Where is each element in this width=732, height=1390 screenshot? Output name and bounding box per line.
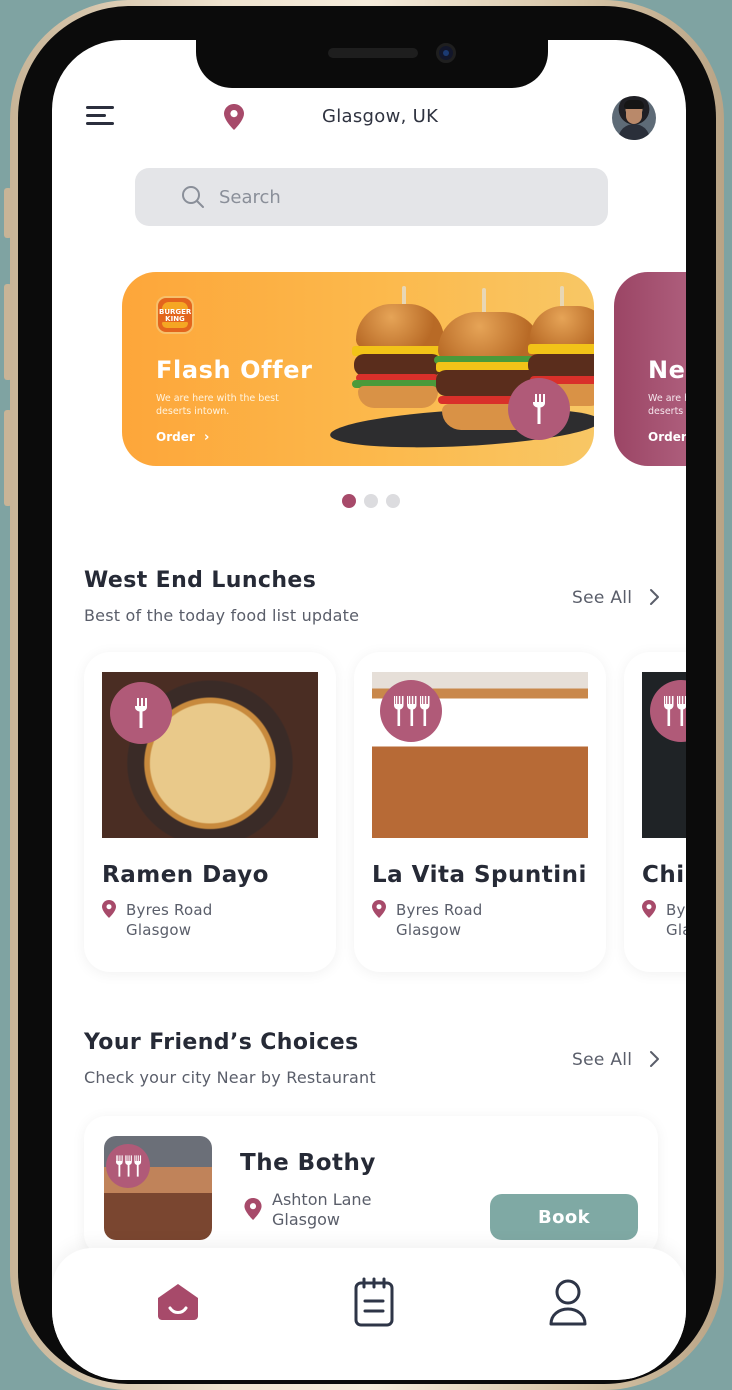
- restaurant-street: Byres Road: [396, 901, 483, 919]
- carousel-indicator: [342, 494, 412, 510]
- chevron-right-icon[interactable]: ›: [204, 430, 209, 445]
- promo-banner-flash-offer[interactable]: BURGER KING Flash Offer We are here with…: [122, 272, 594, 466]
- banner-description: We are here with the best deserts intown…: [156, 393, 279, 417]
- restaurant-city: Gla: [666, 921, 686, 939]
- restaurant-image: [102, 672, 318, 838]
- volume-down-button: [4, 410, 12, 506]
- section-subtitle-west-end: Best of the today food list update: [84, 606, 360, 625]
- profile-icon[interactable]: [544, 1276, 592, 1328]
- section-title-friends: Your Friend’s Choices: [84, 1030, 359, 1055]
- burgers-image: [322, 272, 594, 466]
- restaurant-name: Ramen Dayo: [102, 862, 269, 888]
- restaurant-street: By: [666, 901, 686, 919]
- orders-icon[interactable]: [350, 1276, 398, 1328]
- promo-banner-new[interactable]: New We are here with the best deserts in…: [614, 272, 686, 466]
- see-all-link-friends[interactable]: See All: [572, 1050, 632, 1070]
- restaurant-name: The Bothy: [240, 1150, 376, 1176]
- forks-icon[interactable]: [106, 1144, 150, 1188]
- banner-order-link[interactable]: Order: [156, 430, 195, 444]
- carousel-dot[interactable]: [386, 494, 400, 508]
- speaker: [328, 48, 418, 58]
- restaurant-image: [372, 672, 588, 838]
- menu-icon[interactable]: [86, 104, 116, 128]
- friend-choice-card[interactable]: The Bothy Ashton Lane Glasgow Book: [84, 1116, 658, 1256]
- restaurant-address: Byres Road Glasgow: [126, 900, 212, 940]
- location-pin-icon: [244, 1198, 262, 1220]
- section-title-west-end: West End Lunches: [84, 568, 317, 593]
- restaurant-address: By Gla: [666, 900, 686, 940]
- restaurant-image: [104, 1136, 212, 1240]
- volume-up-button: [4, 284, 12, 380]
- restaurant-city: Glasgow: [126, 921, 192, 939]
- notch: [196, 40, 548, 88]
- location-pin-icon: [102, 900, 116, 918]
- banner-title: New: [648, 356, 686, 384]
- bottom-nav: [52, 1248, 686, 1380]
- avatar[interactable]: [612, 96, 656, 140]
- restaurant-city: Glasgow: [272, 1210, 341, 1229]
- restaurant-street: Byres Road: [126, 901, 213, 919]
- restaurant-name: La Vita Spuntini: [372, 862, 587, 888]
- search-icon: [182, 186, 204, 208]
- fork-icon[interactable]: [110, 682, 172, 744]
- see-all-link-west-end[interactable]: See All: [572, 588, 632, 608]
- home-icon[interactable]: [154, 1276, 202, 1328]
- search-bar[interactable]: [135, 168, 608, 226]
- restaurant-card[interactable]: Chi By Gla: [624, 652, 686, 972]
- book-button[interactable]: Book: [490, 1194, 638, 1240]
- location-pin-icon[interactable]: [224, 104, 244, 130]
- carousel-dot[interactable]: [364, 494, 378, 508]
- fork-icon[interactable]: [508, 378, 570, 440]
- chevron-right-icon[interactable]: [648, 1050, 662, 1068]
- restaurant-card[interactable]: Ramen Dayo Byres Road Glasgow: [84, 652, 336, 972]
- top-bar: Glasgow, UK: [52, 96, 686, 140]
- restaurant-address: Ashton Lane Glasgow: [272, 1190, 371, 1230]
- banner-description: We are here with the best deserts intown…: [648, 393, 686, 417]
- location-pin-icon: [642, 900, 656, 918]
- forks-icon[interactable]: [380, 680, 442, 742]
- banner-order-link[interactable]: Order: [648, 430, 686, 444]
- restaurant-city: Glasgow: [396, 921, 462, 939]
- app-screen: Glasgow, UK BURGER KING Flash Offer We a…: [52, 40, 686, 1380]
- restaurant-card[interactable]: La Vita Spuntini Byres Road Glasgow: [354, 652, 606, 972]
- restaurant-address: Byres Road Glasgow: [396, 900, 482, 940]
- forks-icon[interactable]: [650, 680, 686, 742]
- chevron-right-icon[interactable]: [648, 588, 662, 606]
- carousel-dot-active[interactable]: [342, 494, 356, 508]
- restaurant-street: Ashton Lane: [272, 1190, 372, 1209]
- section-subtitle-friends: Check your city Near by Restaurant: [84, 1068, 376, 1087]
- location-pin-icon: [372, 900, 386, 918]
- mute-switch: [4, 188, 12, 238]
- banner-title: Flash Offer: [156, 356, 313, 384]
- location-label[interactable]: Glasgow, UK: [322, 106, 438, 127]
- front-camera: [436, 43, 456, 63]
- burger-king-logo: BURGER KING: [156, 296, 194, 334]
- restaurant-image: [642, 672, 686, 838]
- restaurant-name: Chi: [642, 862, 685, 888]
- search-input[interactable]: [219, 182, 579, 212]
- burger-king-logo-text: BURGER KING: [159, 308, 192, 323]
